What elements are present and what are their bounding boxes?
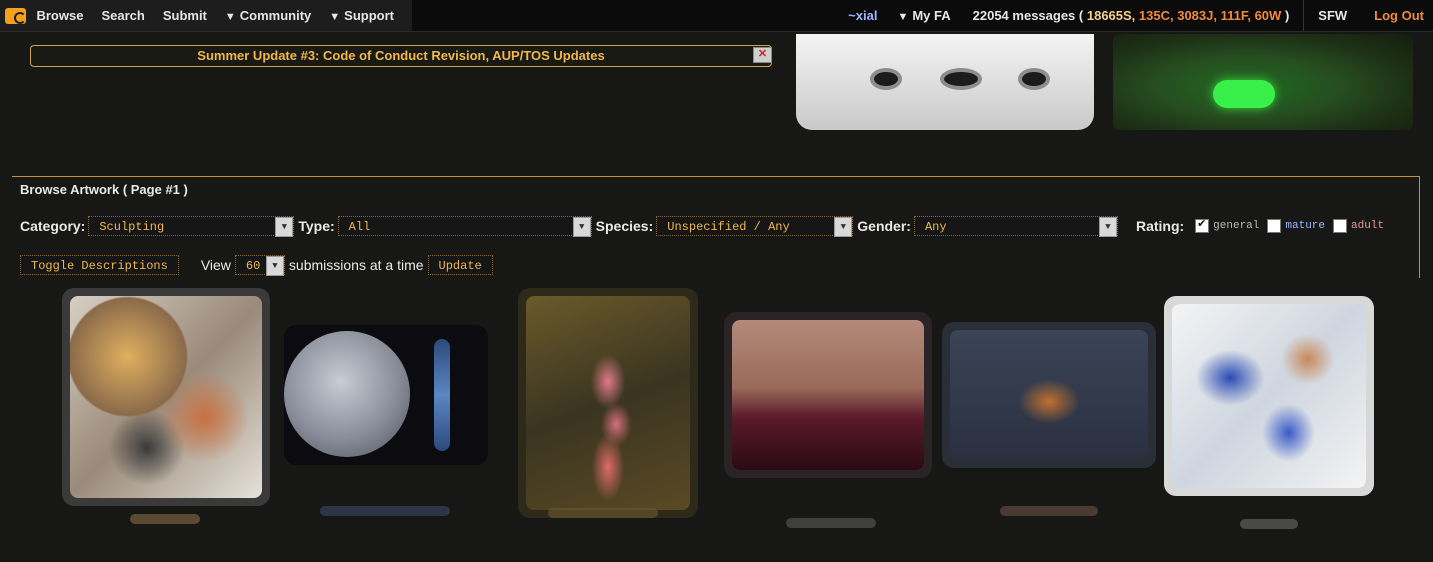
top-nav: Browse Search Submit ▼ Community ▼ Support… <box>0 0 1433 32</box>
type-value: All <box>348 220 371 234</box>
thumbnail-image <box>1172 304 1366 488</box>
rating-adult-label: adult <box>1351 220 1385 232</box>
thumbnail-image <box>526 296 690 510</box>
species-label: Species: <box>595 218 654 234</box>
thumbnail-caption[interactable] <box>548 508 658 518</box>
nav-community[interactable]: ▼ Community <box>225 8 311 23</box>
rating-general-label: general <box>1213 220 1260 232</box>
nav-support-label: Support <box>344 8 394 23</box>
chevron-down-icon[interactable]: ▼ <box>1098 217 1117 237</box>
thumbnail-detail <box>434 339 450 451</box>
category-select[interactable]: Sculpting ▼ <box>88 216 295 237</box>
messages-other[interactable]: 135C, 3083J, 111F, 60W <box>1139 8 1281 23</box>
site-logo-icon[interactable] <box>5 7 27 24</box>
browse-panel: Browse Artwork ( Page #1 ) Category: Scu… <box>12 176 1420 278</box>
per-page-select[interactable]: 60 ▼ <box>234 255 285 276</box>
site-banner[interactable]: Summer Update #3: Code of Conduct Revisi… <box>30 45 772 67</box>
species-select[interactable]: Unspecified / Any ▼ <box>656 216 854 237</box>
gender-select[interactable]: Any ▼ <box>913 216 1118 237</box>
nav-community-label: Community <box>239 8 312 23</box>
messages-prefix: 22054 messages ( <box>972 8 1084 23</box>
nav-myfa[interactable]: ▼ My FA <box>897 8 950 23</box>
chevron-down-icon[interactable]: ▼ <box>572 217 591 237</box>
thumbnail-caption[interactable] <box>786 518 876 528</box>
page-title: Browse Artwork ( Page #1 ) <box>20 182 188 197</box>
messages-submissions[interactable]: 18665S, <box>1087 8 1135 23</box>
toggle-descriptions-button[interactable]: Toggle Descriptions <box>20 255 179 275</box>
gallery-thumbnail[interactable] <box>62 288 270 506</box>
rating-mature-label: mature <box>1285 220 1325 232</box>
thumbnail-caption[interactable] <box>130 514 200 524</box>
gallery-thumbnail[interactable] <box>518 288 698 518</box>
rating-adult-checkbox[interactable] <box>1333 219 1347 233</box>
eye-shape <box>874 72 898 86</box>
thumbnail-image <box>732 320 924 470</box>
gallery-thumbnail[interactable] <box>1164 296 1374 496</box>
gallery-thumbnail[interactable] <box>284 325 488 465</box>
thumbnail-caption[interactable] <box>320 506 450 516</box>
chevron-down-icon[interactable]: ▼ <box>834 217 853 237</box>
thumbnail-caption[interactable] <box>1000 506 1098 516</box>
user-link[interactable]: ~xial <box>848 8 877 23</box>
header-art-right <box>1113 34 1413 130</box>
per-page-label: submissions at a time <box>288 257 424 273</box>
category-label: Category: <box>20 218 86 234</box>
per-page-value: 60 <box>245 259 261 273</box>
caret-down-icon: ▼ <box>224 11 236 23</box>
nav-divider <box>1303 0 1305 31</box>
type-label: Type: <box>298 218 335 234</box>
nav-right: ~xial ▼ My FA 22054 messages ( 18665S, 13… <box>848 0 1433 31</box>
logout-link[interactable]: Log Out <box>1374 8 1424 23</box>
nav-myfa-label: My FA <box>912 8 951 23</box>
nav-search[interactable]: Search <box>101 8 144 23</box>
view-label: View <box>200 257 231 273</box>
thumbnail-image <box>284 331 410 457</box>
gender-label: Gender: <box>857 218 911 234</box>
caret-down-icon: ▼ <box>897 11 909 23</box>
nav-left: Browse Search Submit ▼ Community ▼ Support <box>0 0 412 31</box>
banner-text[interactable]: Summer Update #3: Code of Conduct Revisi… <box>197 48 604 63</box>
update-button[interactable]: Update <box>427 255 493 275</box>
chevron-down-icon[interactable]: ▼ <box>265 256 284 276</box>
eye-shape <box>1022 72 1046 86</box>
rating-mature-checkbox[interactable] <box>1267 219 1282 233</box>
chevron-down-icon[interactable]: ▼ <box>275 217 294 237</box>
gallery-thumbnail[interactable] <box>942 322 1156 468</box>
header-art-left <box>796 34 1094 130</box>
rating-label: Rating: <box>1135 218 1185 234</box>
nav-browse[interactable]: Browse <box>36 8 83 23</box>
category-value: Sculpting <box>99 220 165 234</box>
species-value: Unspecified / Any <box>667 220 790 234</box>
messages-suffix: ) <box>1284 8 1290 23</box>
view-row: Toggle Descriptions View 60 ▼ submission… <box>20 254 493 276</box>
nav-support[interactable]: ▼ Support <box>329 8 394 23</box>
rating-general-checkbox[interactable] <box>1195 217 1210 233</box>
type-select[interactable]: All ▼ <box>337 216 592 237</box>
glow-shape <box>1213 80 1275 108</box>
thumbnail-caption[interactable] <box>1240 519 1298 529</box>
close-icon[interactable]: ✕ <box>753 47 772 63</box>
nav-submit[interactable]: Submit <box>163 8 207 23</box>
eye-shape <box>944 72 978 86</box>
thumbnail-image <box>950 330 1148 460</box>
sfw-toggle[interactable]: SFW <box>1318 8 1347 23</box>
gender-value: Any <box>924 220 947 234</box>
caret-down-icon: ▼ <box>329 11 341 23</box>
thumbnail-image <box>70 296 262 498</box>
gallery-thumbnail[interactable] <box>724 312 932 478</box>
filter-row: Category: Sculpting ▼ Type: All ▼ Specie… <box>20 215 1384 237</box>
messages-summary[interactable]: 22054 messages ( 18665S, 135C, 3083J, 11… <box>973 8 1290 23</box>
